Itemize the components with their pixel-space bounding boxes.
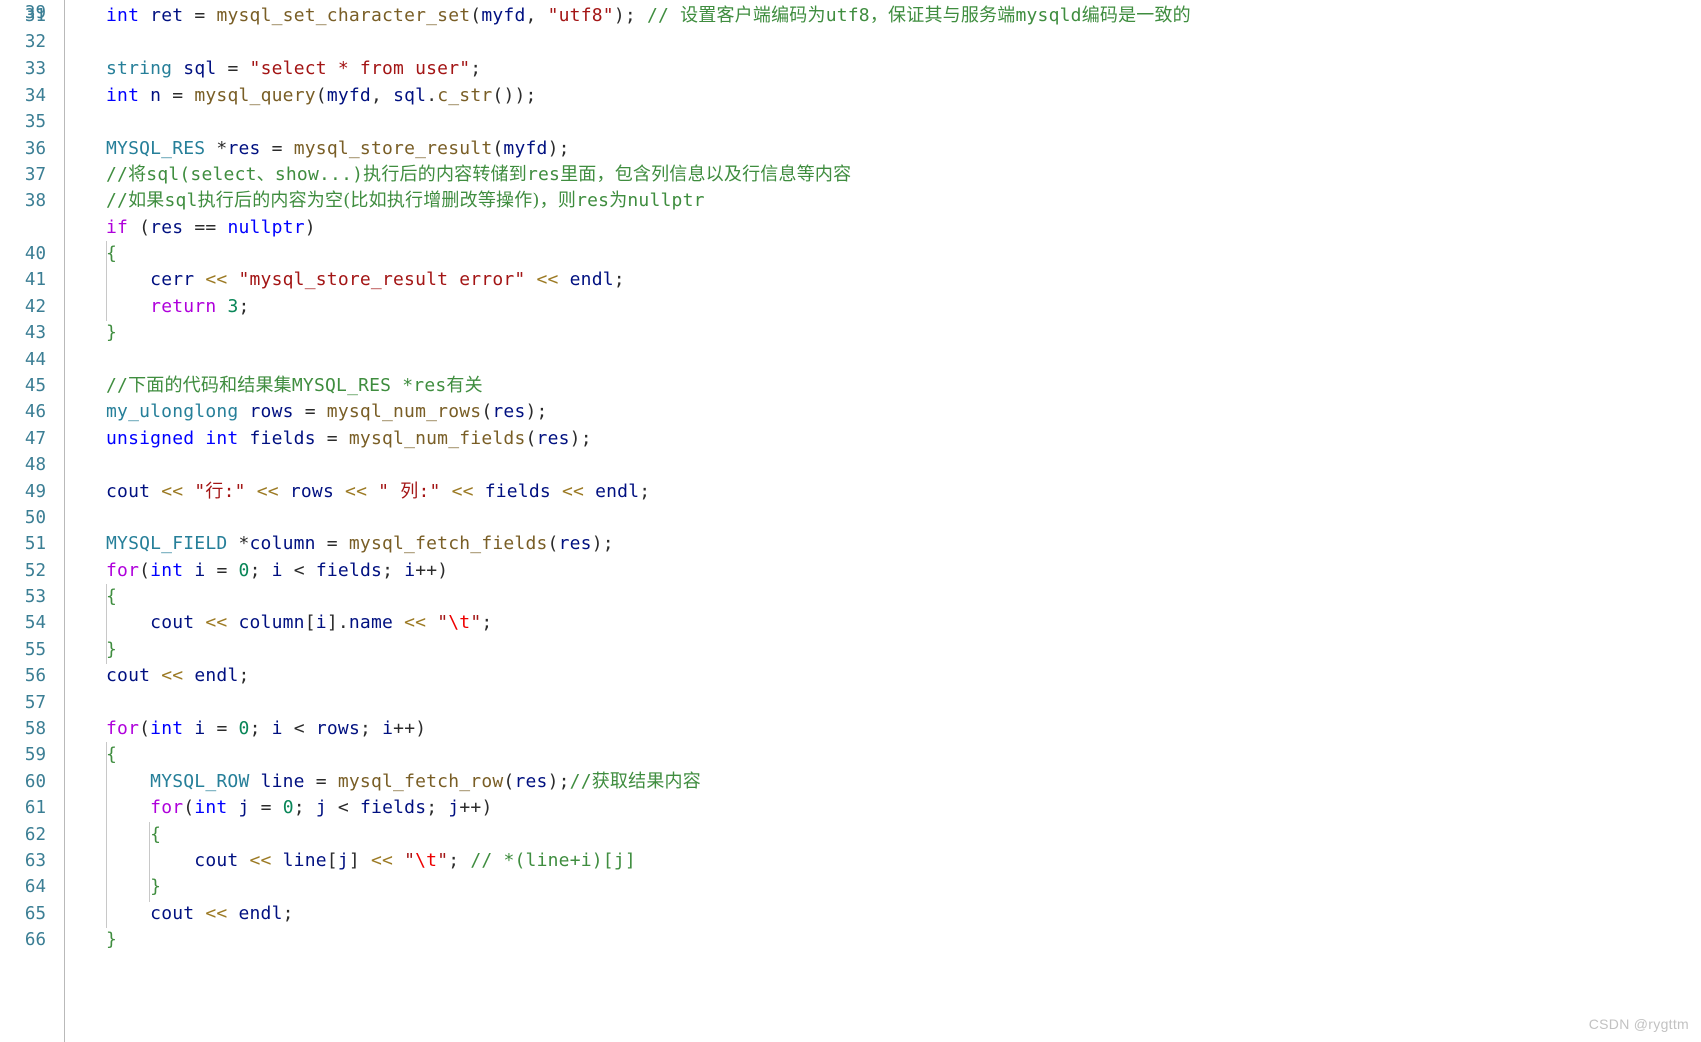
line-number: 37 <box>24 165 46 185</box>
line-number: 53 <box>24 587 46 607</box>
line-number-gutter: 31 32 33 34 35 36 37 38 39 40 41 42 43 4… <box>0 0 64 1042</box>
line-number: 33 <box>24 59 46 79</box>
code-line-46[interactable]: my_ulonglong rows = mysql_num_rows(res); <box>106 399 548 425</box>
line-number: 64 <box>24 877 46 897</box>
line-number: 51 <box>24 534 46 554</box>
line-number: 36 <box>24 139 46 159</box>
code-line-31[interactable]: int ret = mysql_set_character_set(myfd, … <box>106 3 1191 29</box>
code-line-38[interactable]: //如果sql执行后的内容为空(比如执行增删改等操作)，则res为nullptr <box>106 188 705 214</box>
code-line-34[interactable]: int n = mysql_query(myfd, sql.c_str()); <box>106 83 537 109</box>
line-number: 38 <box>24 191 46 211</box>
line-number: 34 <box>24 86 46 106</box>
line-number: 52 <box>24 561 46 581</box>
code-line-61[interactable]: for(int j = 0; j < fields; j++) <box>106 795 493 821</box>
code-line-62[interactable]: { <box>106 822 161 848</box>
code-line-52[interactable]: for(int i = 0; i < fields; i++) <box>106 558 448 584</box>
csdn-watermark: CSDN @rygttm <box>1588 1016 1689 1032</box>
line-number: 35 <box>24 112 46 132</box>
line-number: 39 <box>24 3 46 23</box>
code-line-54[interactable]: cout << column[i].name << "\t"; <box>106 610 492 636</box>
line-number: 40 <box>24 244 46 264</box>
code-line-41[interactable]: cerr << "mysql_store_result error" << en… <box>106 267 625 293</box>
code-line-53[interactable]: { <box>106 584 117 610</box>
code-line-58[interactable]: for(int i = 0; i < rows; i++) <box>106 716 426 742</box>
line-number: 58 <box>24 719 46 739</box>
code-line-59[interactable]: { <box>106 742 117 768</box>
line-number: 55 <box>24 640 46 660</box>
code-line-56[interactable]: cout << endl; <box>106 663 250 689</box>
line-number: 54 <box>24 613 46 633</box>
line-number: 66 <box>24 930 46 950</box>
line-number: 44 <box>24 350 46 370</box>
code-line-40[interactable]: { <box>106 241 117 267</box>
code-line-51[interactable]: MYSQL_FIELD *column = mysql_fetch_fields… <box>106 531 614 557</box>
line-number: 57 <box>24 693 46 713</box>
line-number: 45 <box>24 376 46 396</box>
line-number: 46 <box>24 402 46 422</box>
code-line-37[interactable]: //将sql(select、show...)执行后的内容转储到res里面，包含列… <box>106 162 851 188</box>
code-line-49[interactable]: cout << "行:" << rows << " 列:" << fields … <box>106 479 650 505</box>
line-number: 47 <box>24 429 46 449</box>
line-number: 63 <box>24 851 46 871</box>
line-number: 60 <box>24 772 46 792</box>
code-line-43[interactable]: } <box>106 320 117 346</box>
line-number: 56 <box>24 666 46 686</box>
line-number: 61 <box>24 798 46 818</box>
line-number: 42 <box>24 297 46 317</box>
code-line-64[interactable]: } <box>106 874 161 900</box>
code-line-45[interactable]: //下面的代码和结果集MYSQL_RES *res有关 <box>106 373 483 399</box>
code-line-47[interactable]: unsigned int fields = mysql_num_fields(r… <box>106 426 592 452</box>
code-line-39[interactable]: if (res == nullptr) <box>106 215 316 241</box>
line-number: 59 <box>24 745 46 765</box>
code-editor[interactable]: 31 32 33 34 35 36 37 38 39 40 41 42 43 4… <box>0 0 1701 1042</box>
line-number: 50 <box>24 508 46 528</box>
line-number: 62 <box>24 825 46 845</box>
line-number: 49 <box>24 482 46 502</box>
line-number: 48 <box>24 455 46 475</box>
code-line-55[interactable]: } <box>106 637 117 663</box>
code-line-63[interactable]: cout << line[j] << "\t"; // *(line+i)[j] <box>106 848 636 874</box>
code-line-33[interactable]: string sql = "select * from user"; <box>106 56 481 82</box>
code-content[interactable]: int ret = mysql_set_character_set(myfd, … <box>65 0 1701 1042</box>
line-number: 43 <box>24 323 46 343</box>
code-line-36[interactable]: MYSQL_RES *res = mysql_store_result(myfd… <box>106 136 570 162</box>
code-line-66[interactable]: } <box>106 927 117 953</box>
line-number: 32 <box>24 32 46 52</box>
line-number: 41 <box>24 270 46 290</box>
code-line-60[interactable]: MYSQL_ROW line = mysql_fetch_row(res);//… <box>106 769 701 795</box>
line-number: 65 <box>24 904 46 924</box>
code-line-42[interactable]: return 3; <box>106 294 250 320</box>
code-line-65[interactable]: cout << endl; <box>106 901 294 927</box>
